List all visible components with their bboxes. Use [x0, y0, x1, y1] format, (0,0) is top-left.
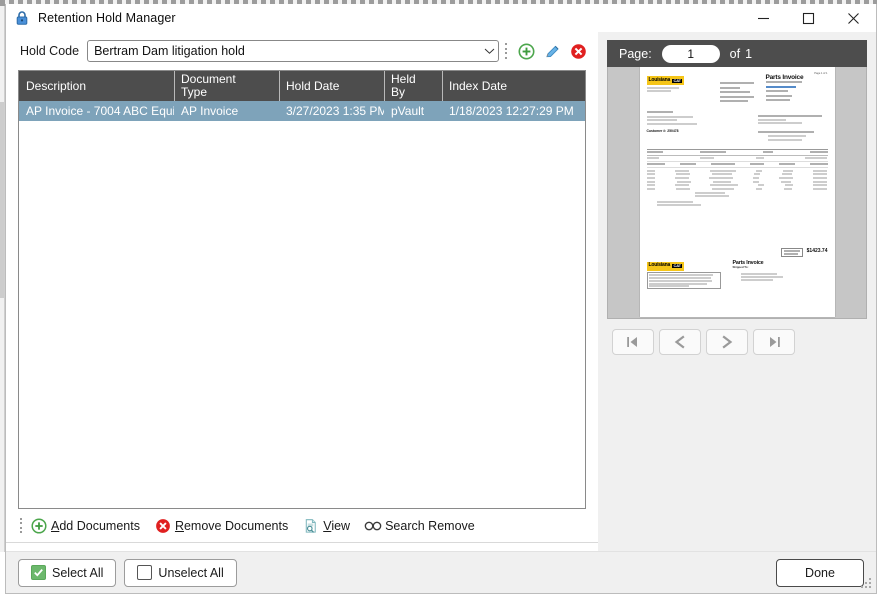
cell-document-type: AP Invoice: [181, 104, 239, 118]
column-header-held-by[interactable]: Held By: [384, 71, 442, 101]
retention-hold-manager-dialog: Retention Hold Manager Hold Code Bertram…: [5, 4, 877, 594]
left-pane-spacer: [6, 543, 598, 551]
resize-grip[interactable]: [861, 578, 873, 590]
done-button[interactable]: Done: [776, 558, 864, 587]
table-row[interactable]: AP Invoice - 7004 ABC Equi... AP Invoice…: [19, 101, 585, 121]
dialog-footer: Select All Unselect All Done: [6, 551, 876, 593]
louisiana-cat-logo-footer: Louisiana CAT: [646, 261, 685, 271]
action-label: Search Remove: [385, 518, 475, 533]
view-button[interactable]: View: [302, 517, 350, 535]
chevron-down-icon[interactable]: [480, 47, 498, 55]
grid-header-row: Description Document Type Hold Date Held: [19, 71, 585, 101]
unselect-all-label: Unselect All: [158, 565, 224, 580]
document-preview-pane: Page: 1 of 1 Page 1 of 1 Louisiana CAT P…: [598, 32, 876, 551]
column-label-line2: By: [391, 85, 406, 99]
cell-hold-date: 3/27/2023 1:35 PM: [286, 104, 384, 118]
binoculars-icon: [364, 517, 382, 535]
actions-separator: [20, 517, 23, 534]
document-page-image: Page 1 of 1 Louisiana CAT Parts Invoice …: [639, 67, 835, 317]
unselect-all-button[interactable]: Unselect All: [124, 558, 237, 587]
add-circle-icon: [30, 517, 48, 535]
documents-grid: Description Document Type Hold Date Held: [18, 70, 586, 509]
logo-badge: CAT: [672, 263, 683, 269]
add-documents-button[interactable]: Add Documents: [30, 517, 140, 535]
page-number-input[interactable]: 1: [661, 44, 720, 63]
page-count: 1: [745, 46, 753, 61]
cell-index-date: 1/18/2023 12:27:29 PM: [449, 104, 574, 118]
page-label: Page:: [619, 46, 652, 61]
minimize-button[interactable]: [741, 4, 786, 32]
checkbox-unchecked-icon: [137, 565, 153, 580]
hold-code-row: Hold Code Bertram Dam litigation hold: [6, 32, 598, 70]
document-search-icon: [302, 517, 320, 535]
checkbox-checked-icon: [31, 565, 46, 580]
toolbar-separator: [505, 43, 508, 59]
action-label: emove Documents: [183, 518, 289, 533]
logo-name: Louisiana: [648, 77, 671, 84]
logo-name: Louisiana: [648, 262, 671, 269]
close-button[interactable]: [831, 4, 876, 32]
column-header-hold-date[interactable]: Hold Date: [279, 71, 384, 101]
first-page-button[interactable]: [612, 329, 654, 355]
remove-documents-button[interactable]: Remove Documents: [154, 517, 288, 535]
grid-rows: AP Invoice - 7004 ABC Equi... AP Invoice…: [19, 101, 585, 508]
title-bar: Retention Hold Manager: [6, 4, 876, 32]
hold-code-value[interactable]: Bertram Dam litigation hold: [88, 44, 480, 58]
column-label: Hold Date: [286, 78, 340, 93]
background-scrollbar-thumb: [0, 102, 4, 298]
hold-code-label: Hold Code: [20, 44, 80, 58]
delete-hold-code-button[interactable]: [567, 40, 589, 62]
action-label: iew: [331, 518, 351, 533]
select-all-label: Select All: [52, 565, 104, 580]
window-title: Retention Hold Manager: [38, 11, 176, 25]
doc-title: Parts Invoice: [765, 74, 804, 82]
column-label-line2: Type: [181, 85, 208, 99]
louisiana-cat-logo: Louisiana CAT: [646, 76, 685, 86]
next-page-button[interactable]: [706, 329, 748, 355]
maximize-button[interactable]: [786, 4, 831, 32]
column-header-document-type[interactable]: Document Type: [174, 71, 279, 101]
column-header-index-date[interactable]: Index Date: [442, 71, 585, 101]
done-label: Done: [805, 565, 835, 580]
doc-total-amount: $1423.74: [806, 248, 828, 255]
cell-description: AP Invoice - 7004 ABC Equi...: [26, 104, 174, 118]
left-pane: Hold Code Bertram Dam litigation hold De…: [6, 32, 598, 551]
page-of-label: of: [729, 46, 741, 61]
last-page-button[interactable]: [753, 329, 795, 355]
lock-icon: [14, 10, 30, 26]
action-label: dd Documents: [59, 518, 140, 533]
accel-key: R: [174, 518, 184, 533]
hold-code-combobox[interactable]: Bertram Dam litigation hold: [87, 40, 500, 62]
column-label: Index Date: [449, 78, 508, 93]
previous-page-button[interactable]: [659, 329, 701, 355]
preview-viewport[interactable]: Page 1 of 1 Louisiana CAT Parts Invoice …: [607, 67, 867, 319]
add-hold-code-button[interactable]: [515, 40, 537, 62]
cell-held-by: pVault: [391, 104, 425, 118]
column-label: Description: [26, 78, 87, 93]
page-navigation-bar: Page: 1 of 1: [607, 40, 867, 67]
delete-circle-icon: [154, 517, 172, 535]
edit-hold-code-button[interactable]: [541, 40, 563, 62]
doc-footer-sub: Shipped To:: [732, 265, 749, 270]
page-nav-buttons: [612, 329, 876, 355]
select-all-button[interactable]: Select All: [18, 558, 117, 587]
document-actions-toolbar: Add Documents Remove Documents View Sear…: [6, 509, 598, 543]
dialog-body: Hold Code Bertram Dam litigation hold De…: [6, 32, 876, 551]
doc-customer: Customer #: 250478: [646, 128, 679, 133]
logo-badge: CAT: [672, 78, 683, 84]
search-remove-button[interactable]: Search Remove: [364, 517, 475, 535]
column-header-description[interactable]: Description: [19, 71, 174, 101]
